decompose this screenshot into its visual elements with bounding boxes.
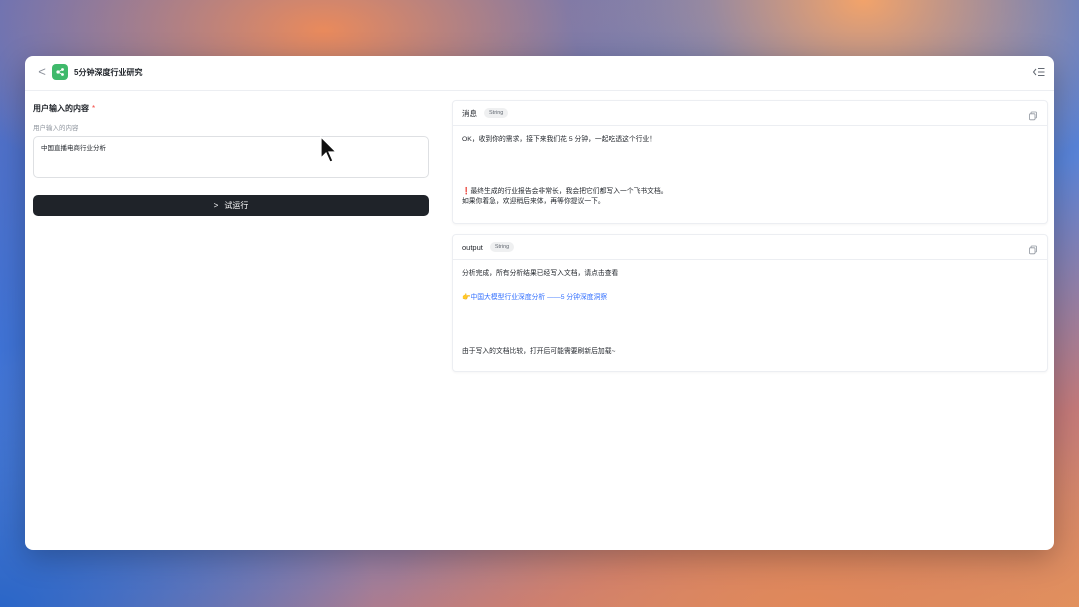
output-line: 分析完成，所有分析结果已经写入文档，请点击查看 [462,270,619,277]
mouse-cursor-icon [320,136,338,163]
card-title: 消息 [462,108,477,118]
app-window: < 5分钟深度行业研究 用户输入的内容 * 用户输入的内容 中国直播电商行业分析… [25,56,1054,550]
back-button[interactable]: < [35,65,49,79]
collapse-panel-icon [1032,68,1045,76]
output-line: 由于写入的文档比较，打开后可能需要刷新后加载~ [462,348,616,355]
message-line: 如果你着急，欢迎稍后来体，再等你提议一下。 [462,198,605,205]
copy-icon [1029,111,1037,121]
page-title: 5分钟深度行业研究 [74,68,143,77]
output-card: output String 分析完成，所有分析结果已经写入文档，请点击查看 👉中… [452,234,1048,372]
message-line: OK，收到你的需求，接下来我们花 5 分钟，一起吃透这个行业！ [462,136,657,143]
input-panel: 用户输入的内容* 用户输入的内容 > 试运行 [33,98,429,216]
chevron-left-icon: < [38,64,46,79]
copy-icon [1029,245,1037,255]
field-hint: 用户输入的内容 [33,125,79,132]
required-mark: * [92,104,96,113]
card-title: output [462,242,483,252]
copy-button[interactable] [1028,242,1038,255]
user-input-textarea[interactable] [33,136,429,178]
card-header: 消息 String [453,101,1047,126]
test-run-button[interactable]: > 试运行 [33,195,429,216]
collapse-panel-button[interactable] [1032,65,1046,79]
card-body: 分析完成，所有分析结果已经写入文档，请点击查看 👉中国大模型行业深度分析 ——5… [453,260,1047,366]
workflow-icon [52,64,68,80]
card-header: output String [453,235,1047,260]
message-output-card: 消息 String OK，收到你的需求，接下来我们花 5 分钟，一起吃透这个行业… [452,100,1048,224]
card-body: OK，收到你的需求，接下来我们花 5 分钟，一起吃透这个行业！ ❗️最终生成的行… [453,126,1047,216]
copy-button[interactable] [1028,108,1038,121]
message-line: ❗️最终生成的行业报告会非常长，我会把它们都写入一个飞书文档。 [462,188,668,195]
type-badge: String [489,242,515,252]
test-run-label: 试运行 [224,201,249,210]
document-link[interactable]: 👉中国大模型行业深度分析 ——5 分钟深度洞察 [462,293,1038,303]
play-icon: > [213,201,219,210]
type-badge: String [484,108,509,118]
title-bar: < 5分钟深度行业研究 [25,56,1054,91]
field-label: 用户输入的内容 [33,104,89,113]
field-label-row: 用户输入的内容 * [33,98,429,116]
